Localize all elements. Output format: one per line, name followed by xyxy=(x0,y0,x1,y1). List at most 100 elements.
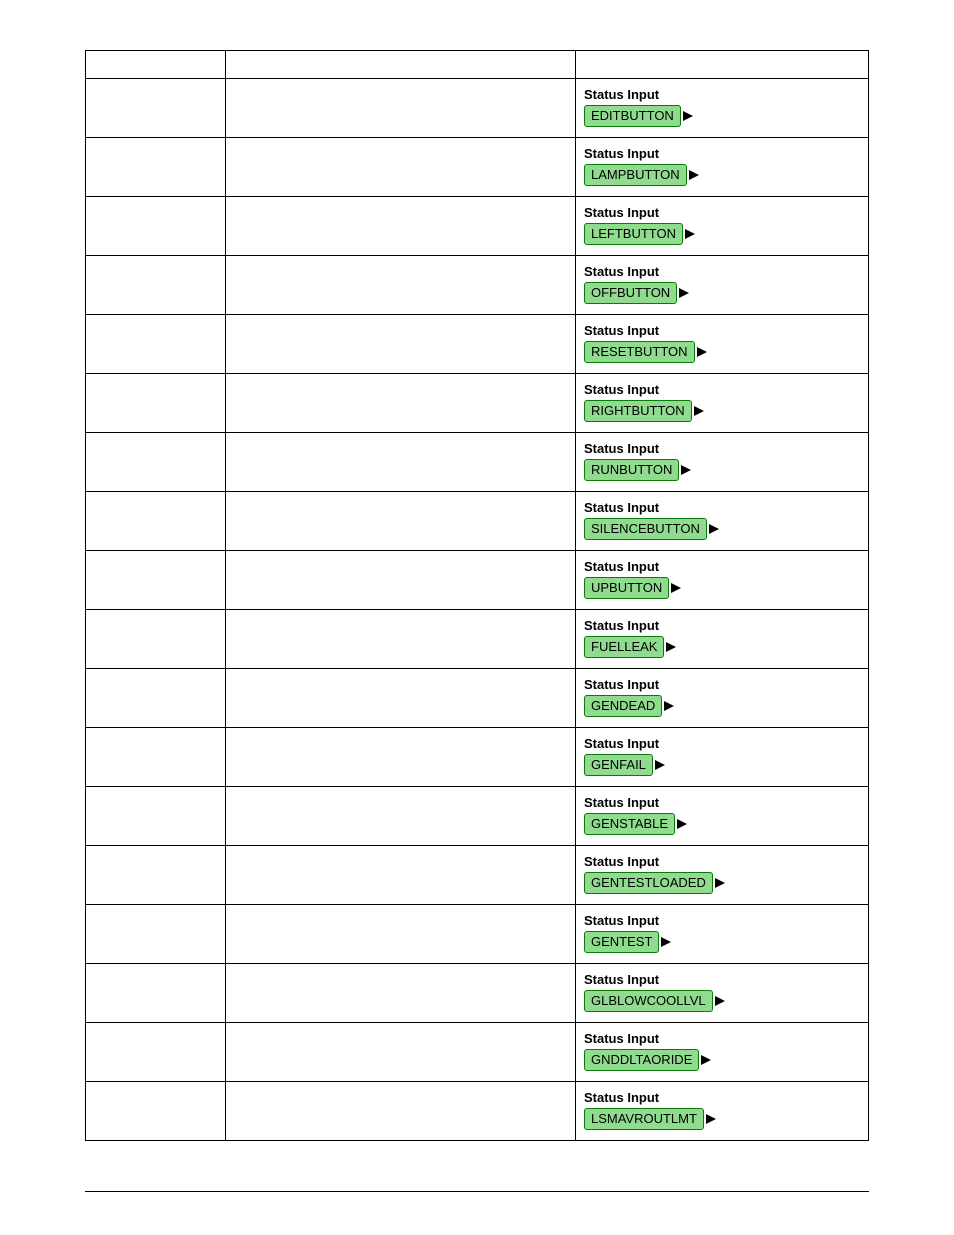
cell-col1 xyxy=(86,492,226,551)
status-tag-text: GENSTABLE xyxy=(584,813,675,835)
table-row: Status Input RIGHTBUTTON xyxy=(86,374,869,433)
cell-col2 xyxy=(226,728,576,787)
play-arrow-icon xyxy=(697,341,707,363)
cell-col3: Status Input LEFTBUTTON xyxy=(576,197,869,256)
status-input-label: Status Input xyxy=(584,559,860,574)
status-tag-text: RIGHTBUTTON xyxy=(584,400,692,422)
status-input-label: Status Input xyxy=(584,1090,860,1105)
play-arrow-icon xyxy=(706,1108,716,1130)
play-arrow-icon xyxy=(694,400,704,422)
table-row: Status Input GENSTABLE xyxy=(86,787,869,846)
status-tag: UPBUTTON xyxy=(584,577,681,599)
page: Status Input EDITBUTTON Status Input LAMPBU… xyxy=(0,0,954,1232)
play-arrow-icon xyxy=(655,754,665,776)
play-arrow-icon xyxy=(683,105,693,127)
table-row: Status InputLSMAVROUTLMT xyxy=(86,1082,869,1141)
header-cell-3 xyxy=(576,51,869,79)
cell-col1 xyxy=(86,905,226,964)
cell-col2 xyxy=(226,256,576,315)
cell-col1 xyxy=(86,669,226,728)
status-table: Status Input EDITBUTTON Status Input LAMPBU… xyxy=(85,50,869,1141)
cell-col1 xyxy=(86,1082,226,1141)
table-row: Status InputGLBLOWCOOLLVL xyxy=(86,964,869,1023)
table-row: Status Input OFFBUTTON xyxy=(86,256,869,315)
table-row: Status InputGENTESTLOADED xyxy=(86,846,869,905)
cell-col1 xyxy=(86,315,226,374)
cell-col2 xyxy=(226,315,576,374)
status-tag-text: GENFAIL xyxy=(584,754,653,776)
play-arrow-icon xyxy=(715,990,725,1012)
status-tag-text: UPBUTTON xyxy=(584,577,669,599)
cell-col3: Status Input UPBUTTON xyxy=(576,551,869,610)
status-tag: RUNBUTTON xyxy=(584,459,691,481)
status-tag-text: LEFTBUTTON xyxy=(584,223,683,245)
status-tag-text: LAMPBUTTON xyxy=(584,164,687,186)
cell-col3: Status Input OFFBUTTON xyxy=(576,256,869,315)
cell-col3: Status Input LAMPBUTTON xyxy=(576,138,869,197)
table-header-row xyxy=(86,51,869,79)
cell-col1 xyxy=(86,197,226,256)
table-row: Status InputGNDDLTAORIDE xyxy=(86,1023,869,1082)
play-arrow-icon xyxy=(681,459,691,481)
play-arrow-icon xyxy=(685,223,695,245)
table-row: Status InputGENDEAD xyxy=(86,669,869,728)
table-row: Status InputGENFAIL xyxy=(86,728,869,787)
status-input-label: Status Input xyxy=(584,382,860,397)
cell-col2 xyxy=(226,374,576,433)
play-arrow-icon xyxy=(661,931,671,953)
cell-col3: Status InputGLBLOWCOOLLVL xyxy=(576,964,869,1023)
play-arrow-icon xyxy=(715,872,725,894)
cell-col2 xyxy=(226,197,576,256)
table-row: Status InputSILENCEBUTTON xyxy=(86,492,869,551)
cell-col3: Status InputGENDEAD xyxy=(576,669,869,728)
status-tag: GENSTABLE xyxy=(584,813,687,835)
table-row: Status Input GENTEST xyxy=(86,905,869,964)
status-tag: GENFAIL xyxy=(584,754,665,776)
status-tag: GENDEAD xyxy=(584,695,674,717)
cell-col2 xyxy=(226,138,576,197)
status-input-label: Status Input xyxy=(584,264,860,279)
status-input-label: Status Input xyxy=(584,854,860,869)
status-tag: SILENCEBUTTON xyxy=(584,518,719,540)
cell-col2 xyxy=(226,846,576,905)
status-input-label: Status Input xyxy=(584,795,860,810)
status-tag-text: GENDEAD xyxy=(584,695,662,717)
status-tag: OFFBUTTON xyxy=(584,282,689,304)
cell-col2 xyxy=(226,787,576,846)
cell-col3: Status Input RUNBUTTON xyxy=(576,433,869,492)
status-tag-text: OFFBUTTON xyxy=(584,282,677,304)
status-tag-text: SILENCEBUTTON xyxy=(584,518,707,540)
cell-col2 xyxy=(226,1023,576,1082)
status-input-label: Status Input xyxy=(584,913,860,928)
status-tag-text: EDITBUTTON xyxy=(584,105,681,127)
play-arrow-icon xyxy=(701,1049,711,1071)
cell-col2 xyxy=(226,905,576,964)
cell-col2 xyxy=(226,1082,576,1141)
cell-col2 xyxy=(226,492,576,551)
status-input-label: Status Input xyxy=(584,146,860,161)
status-tag-text: GNDDLTAORIDE xyxy=(584,1049,699,1071)
cell-col2 xyxy=(226,610,576,669)
cell-col1 xyxy=(86,846,226,905)
table-row: Status Input EDITBUTTON xyxy=(86,79,869,138)
cell-col1 xyxy=(86,787,226,846)
status-input-label: Status Input xyxy=(584,205,860,220)
cell-col2 xyxy=(226,79,576,138)
cell-col2 xyxy=(226,669,576,728)
status-input-label: Status Input xyxy=(584,441,860,456)
cell-col3: Status Input GENTEST xyxy=(576,905,869,964)
cell-col3: Status Input RIGHTBUTTON xyxy=(576,374,869,433)
cell-col3: Status InputFUELLEAK xyxy=(576,610,869,669)
status-tag: FUELLEAK xyxy=(584,636,676,658)
status-tag-text: RESETBUTTON xyxy=(584,341,695,363)
cell-col3: Status Input EDITBUTTON xyxy=(576,79,869,138)
cell-col3: Status InputGENFAIL xyxy=(576,728,869,787)
play-arrow-icon xyxy=(679,282,689,304)
status-tag: GENTEST xyxy=(584,931,671,953)
status-tag: LAMPBUTTON xyxy=(584,164,699,186)
status-tag: LEFTBUTTON xyxy=(584,223,695,245)
play-arrow-icon xyxy=(666,636,676,658)
table-row: Status InputFUELLEAK xyxy=(86,610,869,669)
status-input-label: Status Input xyxy=(584,87,860,102)
status-tag-text: GLBLOWCOOLLVL xyxy=(584,990,713,1012)
